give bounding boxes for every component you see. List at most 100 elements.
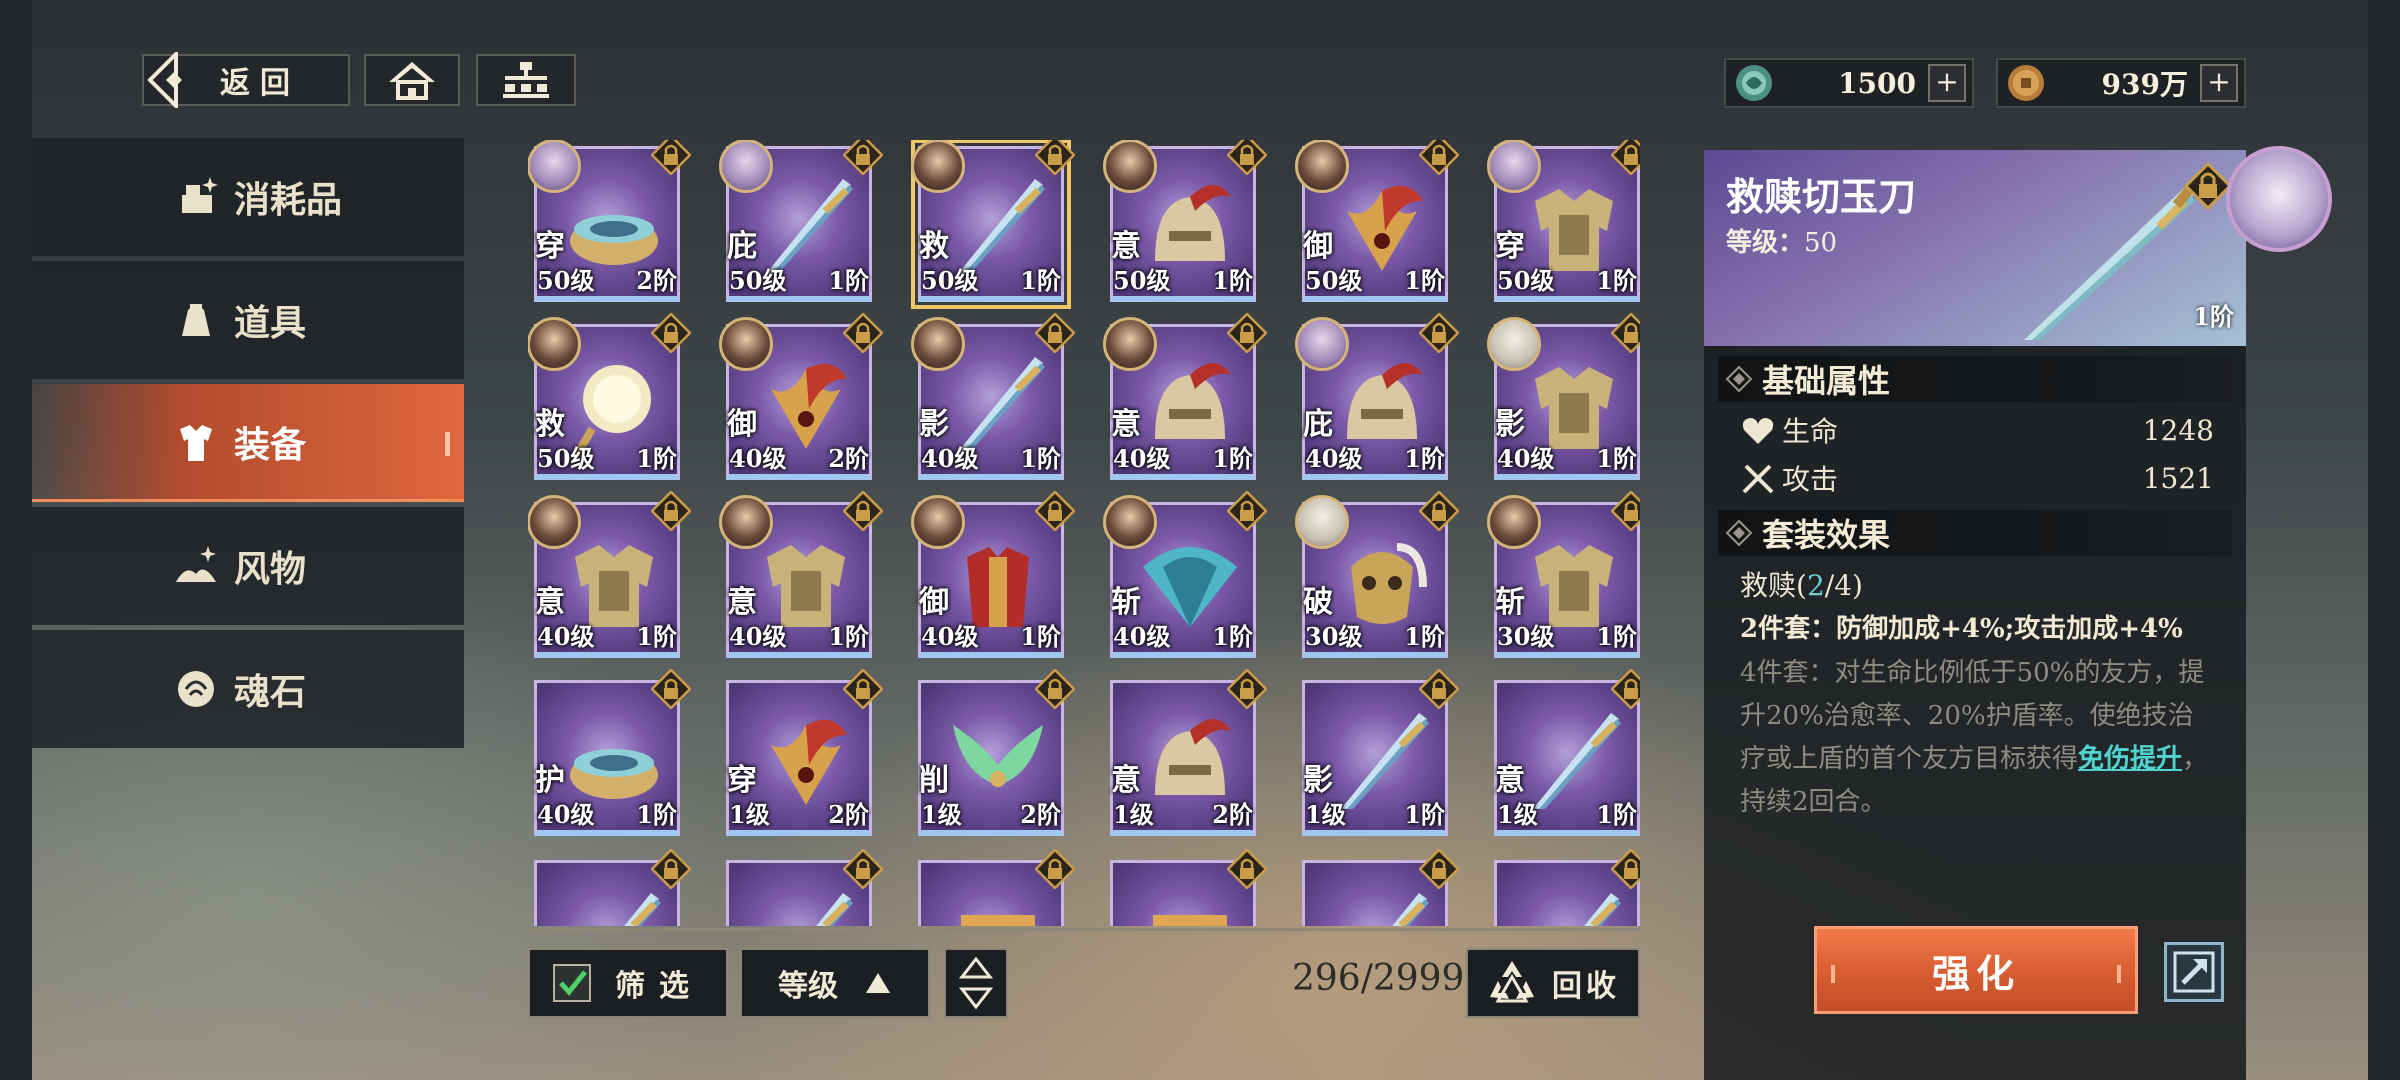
equipment-card[interactable]: 意 1级 1阶 bbox=[1494, 669, 1640, 836]
equipment-card[interactable]: 护 40级 1阶 bbox=[534, 669, 691, 836]
equipment-card[interactable] bbox=[918, 849, 1075, 926]
sidebar-item-consumables[interactable]: 消耗品 bbox=[32, 138, 464, 256]
lock-icon[interactable] bbox=[1611, 140, 1640, 175]
lock-icon[interactable] bbox=[1419, 491, 1459, 531]
equipment-card[interactable]: 影 40级 1阶 bbox=[1487, 313, 1640, 480]
set-tag: 救 bbox=[919, 229, 949, 264]
item-level-label: 40级 bbox=[537, 800, 595, 829]
sidebar-item-label: 魂石 bbox=[234, 671, 307, 713]
item-level-value: 50 bbox=[1804, 228, 1838, 258]
add-jade-button[interactable]: + bbox=[1928, 64, 1966, 102]
equipment-card[interactable]: 御 40级 2阶 bbox=[719, 313, 883, 480]
equipment-card[interactable]: 影 1级 1阶 bbox=[1302, 669, 1459, 836]
lock-icon[interactable] bbox=[1227, 313, 1267, 353]
set-tag: 斩 bbox=[1111, 585, 1141, 620]
item-level-label: 40级 bbox=[921, 622, 979, 651]
lock-icon[interactable] bbox=[1419, 140, 1459, 175]
item-level-label: 50级 bbox=[537, 444, 595, 473]
item-tier-label: 1阶 bbox=[1212, 444, 1253, 473]
back-button[interactable]: 返回 bbox=[142, 52, 350, 108]
lock-icon[interactable] bbox=[1035, 669, 1075, 709]
heart-icon bbox=[1742, 418, 1774, 444]
equipment-card[interactable] bbox=[726, 849, 883, 926]
equipment-card[interactable]: 救 50级 1阶 bbox=[528, 313, 691, 480]
item-level-label: 1级 bbox=[1497, 800, 1538, 829]
equipment-card[interactable]: 庇 50级 1阶 bbox=[719, 140, 883, 302]
lock-icon[interactable] bbox=[843, 849, 883, 889]
equipment-card[interactable]: 穿 50级 2阶 bbox=[528, 140, 691, 302]
lock-icon[interactable] bbox=[1227, 849, 1267, 889]
lock-icon[interactable] bbox=[1227, 491, 1267, 531]
equipment-card[interactable]: 意 40级 1阶 bbox=[719, 491, 883, 658]
equipment-card[interactable] bbox=[1302, 849, 1459, 926]
equipment-card[interactable] bbox=[534, 849, 691, 926]
equipment-card[interactable]: 削 1级 2阶 bbox=[918, 669, 1075, 836]
equipment-card[interactable]: 庇 40级 1阶 bbox=[1295, 313, 1459, 480]
sidebar-item-scenery[interactable]: 风物 bbox=[32, 507, 464, 625]
lock-icon[interactable] bbox=[651, 491, 691, 531]
lock-icon[interactable] bbox=[1419, 669, 1459, 709]
recycle-button[interactable]: 回收 bbox=[1466, 948, 1640, 1018]
filter-checkbox[interactable] bbox=[553, 964, 591, 1002]
lock-icon[interactable] bbox=[1419, 313, 1459, 353]
share-button[interactable] bbox=[2164, 942, 2224, 1002]
lock-icon[interactable] bbox=[1611, 669, 1640, 709]
lock-icon[interactable] bbox=[843, 491, 883, 531]
equipment-card[interactable]: 穿 1级 2阶 bbox=[726, 669, 883, 836]
lock-icon[interactable] bbox=[1611, 491, 1640, 531]
lock-icon[interactable] bbox=[1227, 669, 1267, 709]
item-level-label: 50级 bbox=[1305, 266, 1363, 295]
lock-icon[interactable] bbox=[1035, 491, 1075, 531]
lock-icon[interactable] bbox=[651, 140, 691, 175]
equipment-card[interactable]: 意 50级 1阶 bbox=[1103, 140, 1267, 302]
item-tier-label: 1阶 bbox=[1404, 800, 1445, 829]
set-tag: 御 bbox=[1303, 229, 1333, 264]
sidebar-item-soul-stone[interactable]: 魂石 bbox=[32, 630, 464, 748]
sidebar-item-equipment[interactable]: 装备 bbox=[32, 384, 464, 502]
lock-icon[interactable] bbox=[651, 313, 691, 353]
equipment-card[interactable]: 意 1级 2阶 bbox=[1110, 669, 1267, 836]
damage-reduction-link[interactable]: 免伤提升 bbox=[2078, 744, 2182, 774]
item-level-label: 30级 bbox=[1305, 622, 1363, 651]
equipment-card[interactable]: 意 40级 1阶 bbox=[1103, 313, 1267, 480]
equipment-card[interactable] bbox=[1110, 849, 1267, 926]
lock-icon[interactable] bbox=[1035, 849, 1075, 889]
item-level-label: 1级 bbox=[1113, 800, 1154, 829]
equipment-card[interactable]: 斩 40级 1阶 bbox=[1103, 491, 1267, 658]
chest-icon bbox=[1153, 915, 1227, 926]
filter-button[interactable]: 筛选 bbox=[528, 948, 728, 1018]
lock-icon[interactable] bbox=[651, 849, 691, 889]
equipment-card[interactable]: 御 50级 1阶 bbox=[1295, 140, 1459, 302]
equipment-card[interactable]: 斩 30级 1阶 bbox=[1487, 491, 1640, 658]
lock-icon[interactable] bbox=[843, 313, 883, 353]
lock-icon[interactable] bbox=[1611, 313, 1640, 353]
equipment-card[interactable] bbox=[1494, 849, 1640, 926]
lock-icon[interactable] bbox=[651, 669, 691, 709]
lock-icon[interactable] bbox=[1227, 140, 1267, 175]
owner-avatar bbox=[911, 495, 965, 549]
sword-icon bbox=[624, 893, 661, 926]
lock-icon[interactable] bbox=[1419, 849, 1459, 889]
sort-order-toggle[interactable] bbox=[944, 948, 1008, 1018]
lock-icon[interactable] bbox=[1035, 140, 1075, 175]
equipment-card[interactable]: 影 40级 1阶 bbox=[911, 313, 1075, 480]
lock-icon[interactable] bbox=[843, 669, 883, 709]
sort-by-level-button[interactable]: 等级 bbox=[740, 948, 930, 1018]
equipment-card[interactable]: 救 50级 1阶 bbox=[911, 140, 1075, 309]
enhance-button[interactable]: 强化 bbox=[1814, 926, 2138, 1014]
equipment-card[interactable]: 御 40级 1阶 bbox=[911, 491, 1075, 658]
lock-icon[interactable] bbox=[2184, 162, 2232, 210]
lock-icon[interactable] bbox=[843, 140, 883, 175]
owner-avatar bbox=[1295, 495, 1349, 549]
item-tier-label: 2阶 bbox=[1020, 800, 1061, 829]
equipment-card[interactable]: 穿 50级 1阶 bbox=[1487, 140, 1640, 302]
add-coin-button[interactable]: + bbox=[2200, 64, 2238, 102]
character-avatar[interactable] bbox=[2226, 146, 2332, 252]
home-button[interactable] bbox=[364, 54, 460, 106]
lock-icon[interactable] bbox=[1035, 313, 1075, 353]
sidebar-item-props[interactable]: 道具 bbox=[32, 261, 464, 379]
hierarchy-button[interactable] bbox=[476, 54, 576, 106]
equipment-card[interactable]: 破 30级 1阶 bbox=[1295, 491, 1459, 658]
equipment-card[interactable]: 意 40级 1阶 bbox=[528, 491, 691, 658]
lock-icon[interactable] bbox=[1611, 849, 1640, 889]
